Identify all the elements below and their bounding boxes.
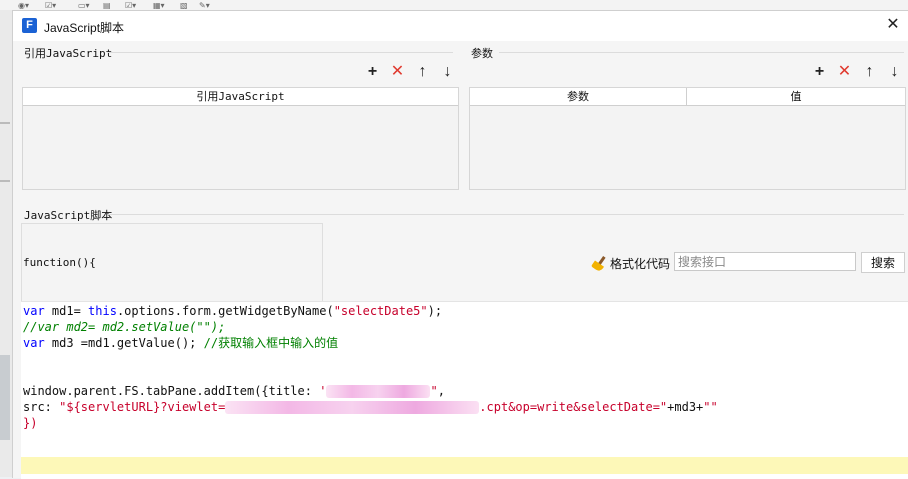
referenced-js-table[interactable]: 引用JavaScript [22,87,459,190]
host-toolbar-icon: ▭▾ [78,1,90,10]
host-divider [0,122,10,124]
format-code-button[interactable]: 格式化代码 [590,255,671,273]
table-header: 参数 值 [470,88,905,106]
format-code-label: 格式化代码 [610,257,671,271]
title-bar: F JavaScript脚本 ✕ [13,11,908,41]
redacted-text [326,385,431,398]
move-down-button[interactable]: ↓ [886,63,903,80]
host-toolbar-icon: ☑▾ [45,1,57,10]
host-toolbar-icon: ▧ [180,1,188,10]
host-toolbar-icon: ▤ [103,1,111,10]
code-line: src: "${servletURL}?viewlet= .cpt&op=writ… [23,400,718,414]
column-header[interactable]: 引用JavaScript [23,88,458,105]
delete-button[interactable]: ✕ [836,63,853,80]
host-left-strip [0,10,12,477]
code-line: window.parent.FS.tabPane.addItem({title:… [23,384,445,398]
broom-icon [590,255,607,273]
delete-button[interactable]: ✕ [389,63,406,80]
code-line: //var md2= md2.setValue(""); [23,320,226,334]
code-line: var md3 =md1.getValue(); //获取输入框中输入的值 [23,336,339,350]
parameters-toolbar: + ✕ ↑ ↓ [811,63,903,81]
add-button[interactable]: + [364,63,381,80]
add-button[interactable]: + [811,63,828,80]
column-header[interactable]: 值 [687,88,905,105]
section-divider [108,214,904,215]
javascript-dialog: F JavaScript脚本 ✕ 引用JavaScript + ✕ ↑ ↓ 引用… [12,10,908,479]
parameters-label: 参数 [471,47,493,60]
script-section-label: JavaScript脚本 [24,209,113,222]
code-line: }) [23,416,38,430]
host-toolbar-icon: ◉▾ [18,1,29,10]
move-up-button[interactable]: ↑ [861,63,878,80]
table-header: 引用JavaScript [23,88,458,106]
host-toolbar-icon: ✎▾ [199,1,210,10]
dialog-title: JavaScript脚本 [44,21,125,35]
host-toolbar-icon: ▦▾ [153,1,165,10]
referenced-js-label: 引用JavaScript [24,47,113,60]
close-icon[interactable]: ✕ [883,15,903,35]
host-toolbar-icon: ☑▾ [125,1,137,10]
move-down-button[interactable]: ↓ [439,63,456,80]
referenced-js-toolbar: + ✕ ↑ ↓ [364,63,456,81]
redacted-text [225,401,480,414]
current-line-highlight [21,457,908,474]
function-header: function(){ [23,256,96,269]
host-divider [0,180,10,182]
search-button[interactable]: 搜索 [861,252,905,273]
code-line: var md1= this.options.form.getWidgetByNa… [23,304,443,318]
host-panel-bar [0,355,10,440]
section-divider [108,52,453,53]
section-divider [499,52,904,53]
search-api-input[interactable] [674,252,856,271]
column-header[interactable]: 参数 [470,88,687,105]
parameters-table[interactable]: 参数 值 [469,87,906,190]
app-logo-icon: F [22,18,37,33]
move-up-button[interactable]: ↑ [414,63,431,80]
code-editor[interactable]: var md1= this.options.form.getWidgetByNa… [21,301,908,479]
